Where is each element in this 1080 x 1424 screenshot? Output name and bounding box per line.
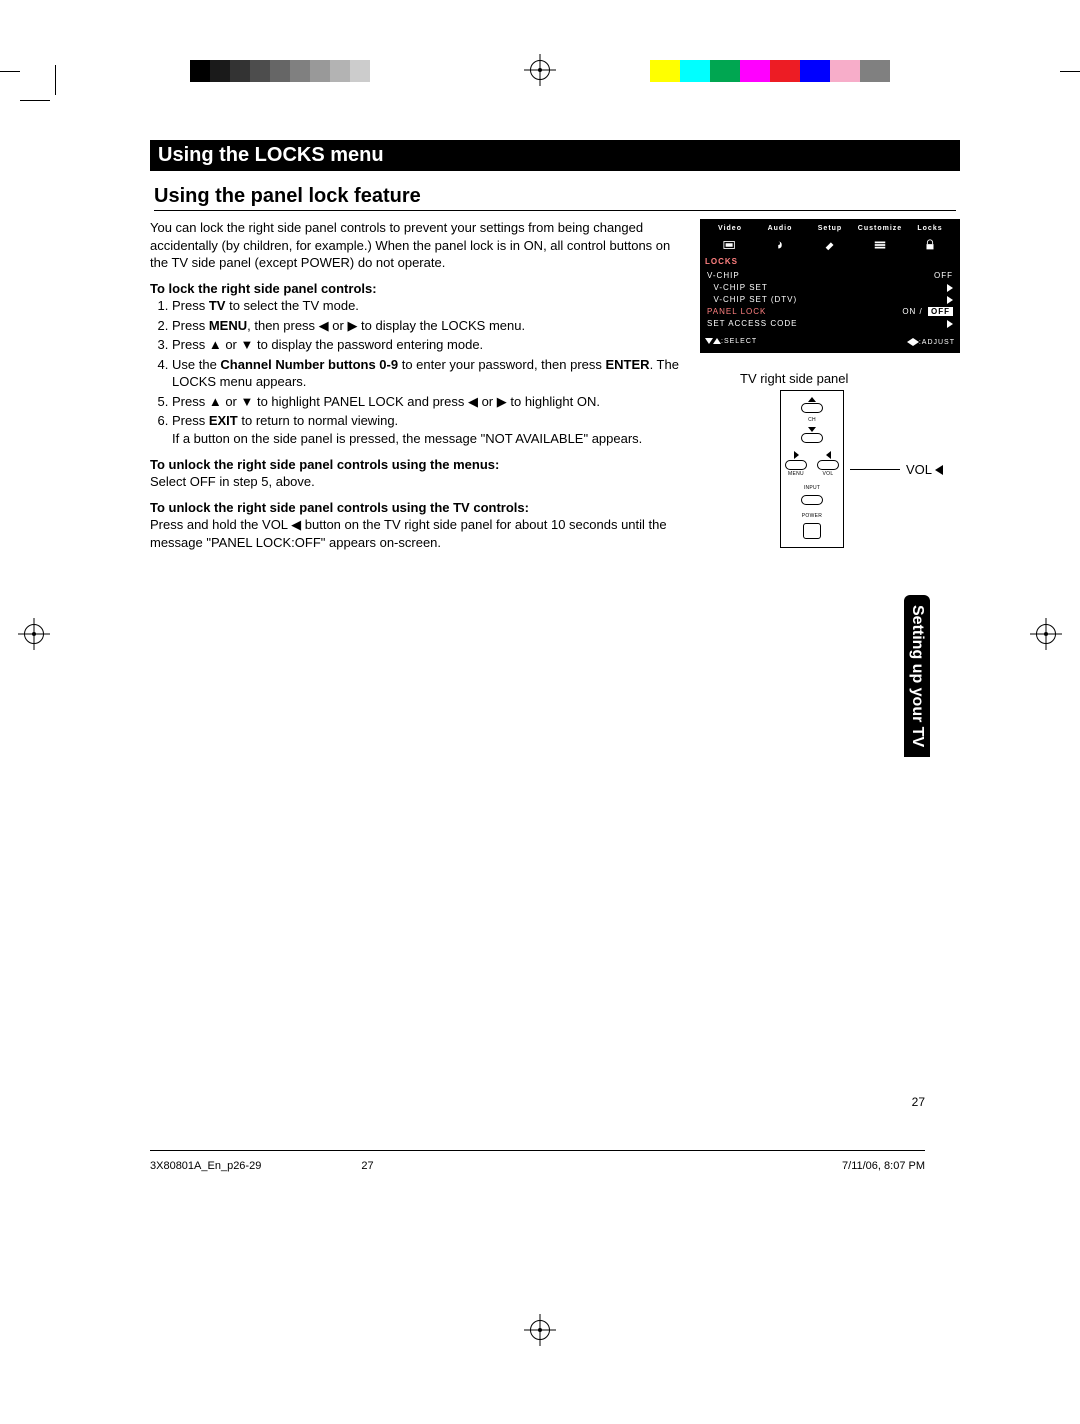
footer-file: 3X80801A_En_p26-29 (150, 1160, 261, 1172)
page-number: 27 (912, 1095, 925, 1109)
page-heading: Using the LOCKS menu (150, 140, 960, 171)
step-5: Press ▲ or ▼ to highlight PANEL LOCK and… (172, 393, 680, 411)
lock-heading: To lock the right side panel controls: (150, 280, 680, 298)
setup-icon (805, 237, 855, 255)
unlock-menus-body: Select OFF in step 5, above. (150, 473, 680, 491)
locks-icon (905, 237, 955, 255)
chapter-tab: Setting up your TV (904, 595, 930, 757)
osd-row: PANEL LOCKON / OFF (705, 306, 955, 318)
osd-select-hint: :SELECT (705, 338, 757, 346)
side-panel-caption: TV right side panel (740, 371, 960, 386)
print-footer: 3X80801A_En_p26-29 27 7/11/06, 8:07 PM (150, 1160, 925, 1172)
osd-tab-audio: Audio (755, 224, 805, 233)
osd-tab-video: Video (705, 224, 755, 233)
customize-icon (855, 237, 905, 255)
left-arrow-icon (935, 465, 943, 475)
registration-mark-right (1032, 620, 1060, 648)
video-icon (705, 237, 755, 255)
section-title: Using the panel lock feature (154, 185, 956, 211)
lock-steps: Press TV to select the TV mode. Press ME… (150, 297, 680, 447)
registration-mark-top (526, 56, 554, 84)
osd-tab-locks: Locks (905, 224, 955, 233)
osd-row: V-CHIP SET (DTV) (705, 294, 955, 306)
footer-rule (150, 1150, 925, 1151)
osd-locks-menu: Video Audio Setup Customize Locks LOCKS (700, 219, 960, 353)
step-1: Press TV to select the TV mode. (172, 297, 680, 315)
step-4: Use the Channel Number buttons 0-9 to en… (172, 356, 680, 391)
footer-page: 27 (361, 1160, 373, 1172)
osd-tab-setup: Setup (805, 224, 855, 233)
osd-row: V-CHIP SET (705, 282, 955, 294)
intro-paragraph: You can lock the right side panel contro… (150, 219, 680, 272)
audio-icon (755, 237, 805, 255)
osd-tab-customize: Customize (855, 224, 905, 233)
step-3: Press ▲ or ▼ to display the password ent… (172, 336, 680, 354)
osd-adjust-hint: :ADJUST (907, 338, 955, 346)
osd-row: V-CHIPOFF (705, 270, 955, 282)
registration-mark-left (20, 620, 48, 648)
leader-line (850, 469, 900, 470)
unlock-menus-heading: To unlock the right side panel controls … (150, 456, 680, 474)
osd-title: LOCKS (705, 257, 955, 266)
tv-side-panel-diagram: CH MENU VOL INPUT POWER (780, 390, 844, 548)
vol-left-label: VOL (906, 462, 943, 477)
step-2: Press MENU, then press ◀ or ▶ to display… (172, 317, 680, 335)
step-6: Press EXIT to return to normal viewing.I… (172, 412, 680, 447)
osd-row: SET ACCESS CODE (705, 318, 955, 330)
unlock-tv-heading: To unlock the right side panel controls … (150, 499, 680, 517)
registration-mark-bottom (526, 1316, 554, 1344)
footer-datetime: 7/11/06, 8:07 PM (842, 1160, 925, 1172)
unlock-tv-body: Press and hold the VOL ◀ button on the T… (150, 516, 680, 551)
